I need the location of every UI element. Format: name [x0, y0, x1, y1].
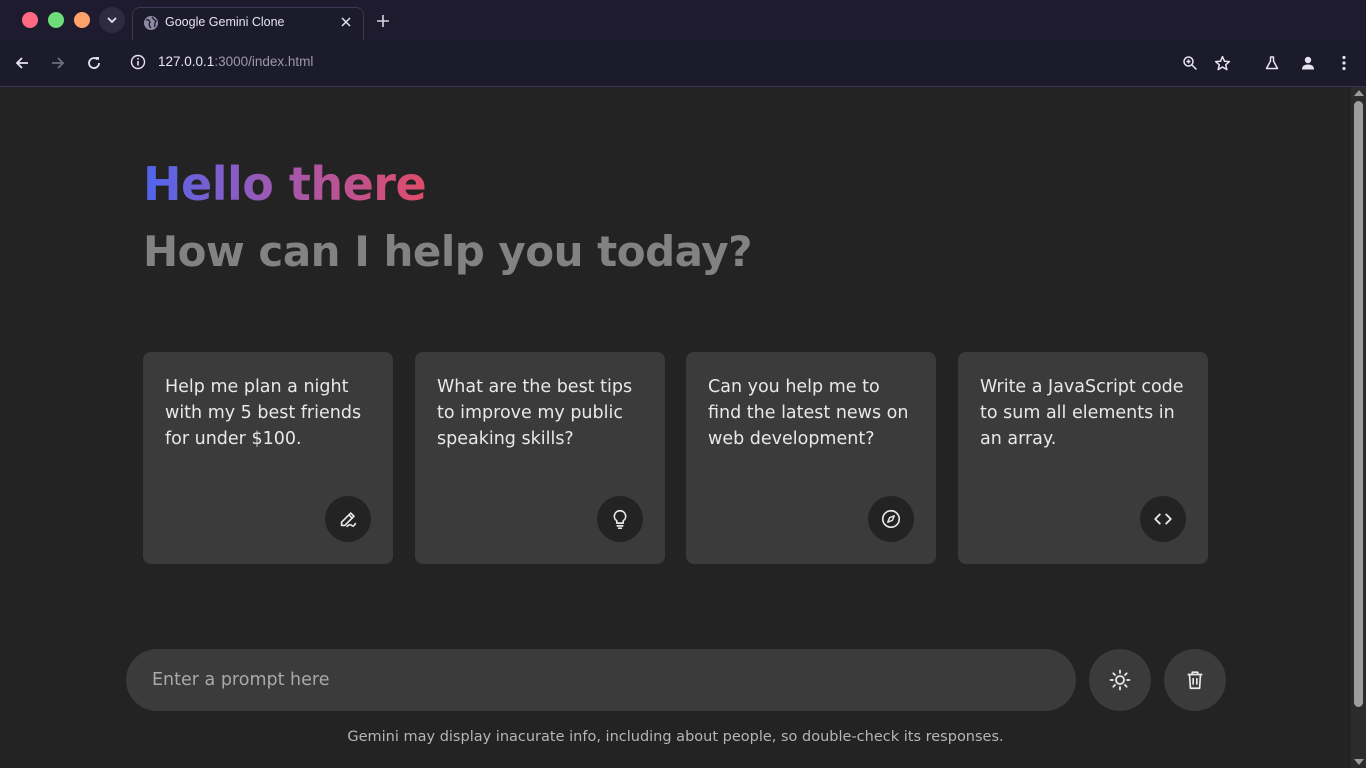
- light-mode-icon: [1109, 669, 1131, 691]
- address-bar[interactable]: 127.0.0.1:3000/index.html: [158, 54, 313, 69]
- close-icon: [341, 17, 351, 27]
- suggestion-text: Write a JavaScript code to sum all eleme…: [980, 377, 1184, 449]
- window-minimize-button[interactable]: [48, 12, 64, 28]
- info-icon: [130, 54, 146, 70]
- new-tab-button[interactable]: [372, 10, 394, 32]
- theme-toggle-button[interactable]: [1089, 649, 1151, 711]
- zoom-button[interactable]: [1178, 51, 1202, 75]
- person-icon: [1302, 56, 1314, 70]
- scrollbar-thumb[interactable]: [1354, 101, 1363, 707]
- tab-search-button[interactable]: [99, 7, 125, 33]
- plus-icon: [377, 15, 389, 27]
- suggestion-card[interactable]: Write a JavaScript code to sum all eleme…: [958, 352, 1208, 564]
- globe-icon: [144, 16, 158, 30]
- zoom-icon: [1183, 56, 1198, 71]
- back-button[interactable]: [10, 51, 34, 75]
- delete-chat-button[interactable]: [1164, 649, 1226, 711]
- scroll-down-arrow[interactable]: [1354, 759, 1364, 765]
- forward-button[interactable]: [46, 51, 70, 75]
- suggestion-card[interactable]: What are the best tips to improve my pub…: [415, 352, 665, 564]
- arrow-left-icon: [15, 57, 28, 69]
- greeting-subtitle: How can I help you today?: [143, 227, 752, 276]
- suggestion-text: Can you help me to find the latest news …: [708, 377, 909, 449]
- arrow-right-icon: [52, 57, 65, 69]
- reload-icon: [88, 57, 100, 69]
- tab-title: Google Gemini Clone: [165, 15, 285, 29]
- browser-tab-strip: Google Gemini Clone: [0, 0, 1366, 40]
- page-content: Hello there How can I help you today? He…: [0, 87, 1351, 768]
- scroll-up-arrow[interactable]: [1354, 90, 1364, 96]
- browser-menu-button[interactable]: [1332, 51, 1356, 75]
- reload-button[interactable]: [82, 51, 106, 75]
- browser-tab[interactable]: Google Gemini Clone: [132, 7, 364, 40]
- window-close-button[interactable]: [22, 12, 38, 28]
- url-path: :3000/index.html: [214, 54, 314, 69]
- kebab-menu-icon: [1342, 55, 1346, 71]
- chevron-down-icon: [107, 17, 117, 24]
- flask-icon: [1265, 56, 1279, 70]
- suggestion-text: What are the best tips to improve my pub…: [437, 377, 633, 449]
- draw-icon: [325, 496, 371, 542]
- prompt-input[interactable]: [126, 649, 1076, 711]
- lightbulb-icon: [597, 496, 643, 542]
- window-maximize-button[interactable]: [74, 12, 90, 28]
- suggestion-text: Help me plan a night with my 5 best frie…: [165, 377, 362, 449]
- profile-button[interactable]: [1296, 51, 1320, 75]
- greeting-title: Hello there: [143, 157, 427, 211]
- tab-close-button[interactable]: [338, 14, 354, 30]
- url-host: 127.0.0.1: [158, 54, 215, 69]
- labs-button[interactable]: [1260, 51, 1284, 75]
- browser-toolbar: 127.0.0.1:3000/index.html: [0, 40, 1366, 87]
- delete-icon: [1187, 671, 1203, 690]
- star-icon: [1214, 55, 1230, 70]
- suggestion-card[interactable]: Can you help me to find the latest news …: [686, 352, 936, 564]
- explore-icon: [868, 496, 914, 542]
- bookmark-button[interactable]: [1210, 51, 1234, 75]
- suggestion-card[interactable]: Help me plan a night with my 5 best frie…: [143, 352, 393, 564]
- code-icon: [1140, 496, 1186, 542]
- site-info-button[interactable]: [128, 52, 148, 72]
- page-scrollbar[interactable]: [1351, 87, 1366, 768]
- disclaimer-text: Gemini may display inacurate info, inclu…: [347, 729, 1004, 745]
